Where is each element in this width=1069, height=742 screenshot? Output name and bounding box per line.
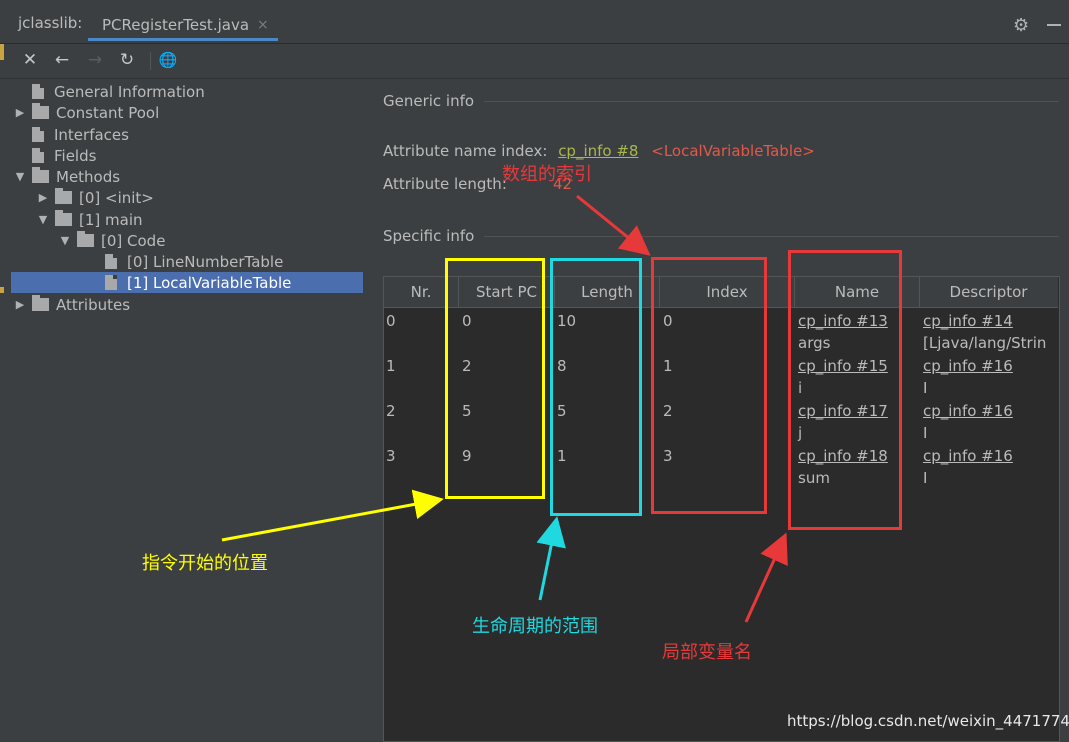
- arrow-to-start-pc: [221, 489, 444, 542]
- watermark: https://blog.csdn.net/weixin_44717746: [787, 712, 1069, 730]
- note-array-index: 数组的索引: [502, 164, 592, 185]
- arrow-to-length: [536, 516, 566, 601]
- note-start-position: 指令开始的位置: [142, 553, 268, 574]
- arrow-to-index: [576, 194, 651, 256]
- note-scope: 生命周期的范围: [472, 616, 598, 637]
- note-local-var-name: 局部变量名: [662, 642, 752, 663]
- arrow-to-name: [744, 532, 788, 623]
